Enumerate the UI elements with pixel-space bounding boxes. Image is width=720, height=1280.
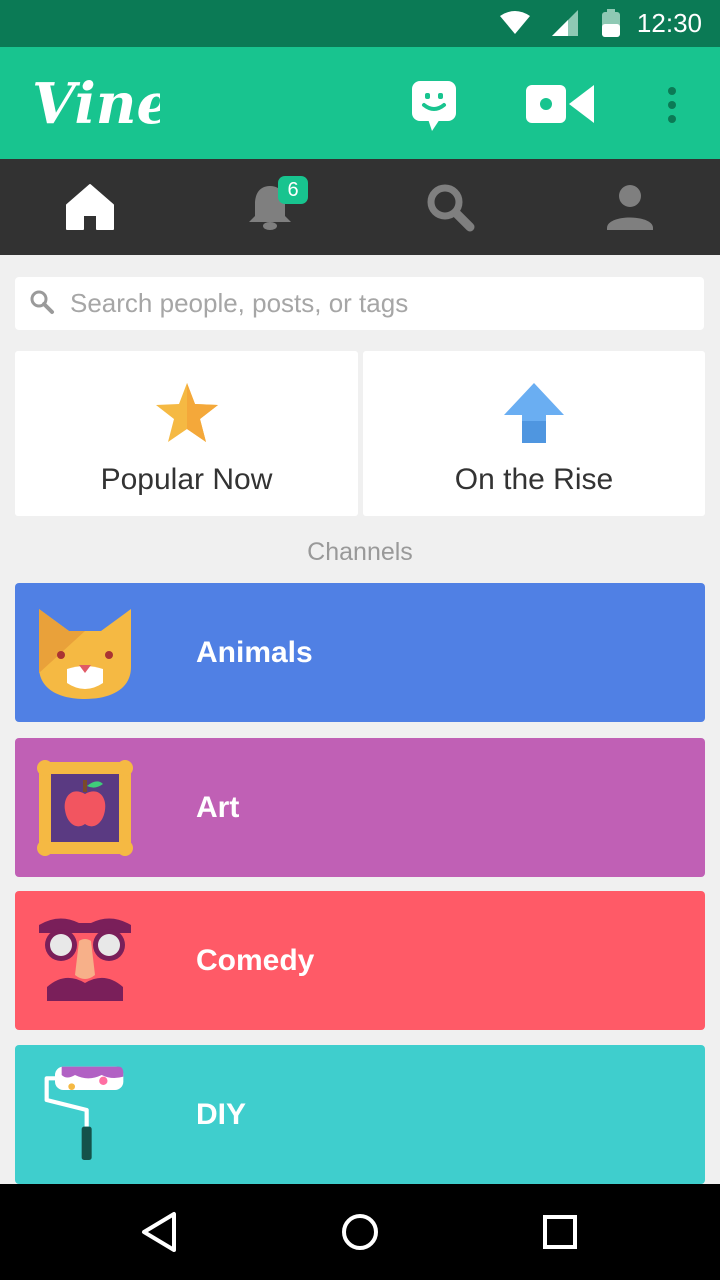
back-icon[interactable] [136,1208,184,1256]
person-icon [607,185,653,230]
arrow-up-icon [504,383,564,443]
on-the-rise-card[interactable]: On the Rise [363,351,705,516]
tab-bar [0,159,720,255]
disguise-glasses-icon [39,918,131,1001]
channel-name: DIY [196,1097,247,1131]
search-bar[interactable] [15,277,704,330]
home-icon [66,184,114,230]
notification-badge: 6 [278,176,308,204]
signal-icon [552,10,578,36]
popular-now-card[interactable]: Popular Now [15,351,358,516]
tab-profile[interactable] [540,159,720,255]
vine-logo[interactable]: Vine [32,71,160,137]
star-icon [155,383,218,442]
overflow-menu-icon[interactable] [660,83,684,127]
channel-diy[interactable]: DIY [15,1045,705,1184]
svg-text:Vine: Vine [32,71,160,137]
wifi-icon [500,11,530,34]
search-icon [30,290,54,314]
system-nav-bar [0,1184,720,1280]
popular-now-label: Popular Now [100,463,273,496]
framed-apple-icon [37,760,133,856]
tab-home[interactable] [0,159,180,255]
status-time: 12:30 [636,8,702,38]
home-circle-icon[interactable] [336,1208,384,1256]
status-bar: 12:30 [0,0,720,47]
channel-name: Animals [196,635,313,669]
video-camera-icon[interactable] [526,83,598,127]
cat-icon [39,609,131,699]
channel-animals[interactable]: Animals [15,583,705,722]
channel-art[interactable]: Art [15,738,705,877]
channels-heading: Channels [307,538,413,566]
battery-icon [602,9,620,37]
channel-name: Art [196,790,240,824]
channel-comedy[interactable]: Comedy [15,891,705,1030]
search-icon [427,184,475,232]
on-the-rise-label: On the Rise [454,463,614,496]
channel-name: Comedy [196,943,315,977]
recents-icon[interactable] [536,1208,584,1256]
tab-search[interactable] [360,159,540,255]
paint-roller-icon [44,1066,124,1160]
app-bar: Vine [0,47,720,159]
chat-icon[interactable] [412,81,460,133]
tab-notifications[interactable] [180,159,360,255]
search-input[interactable] [70,277,690,330]
